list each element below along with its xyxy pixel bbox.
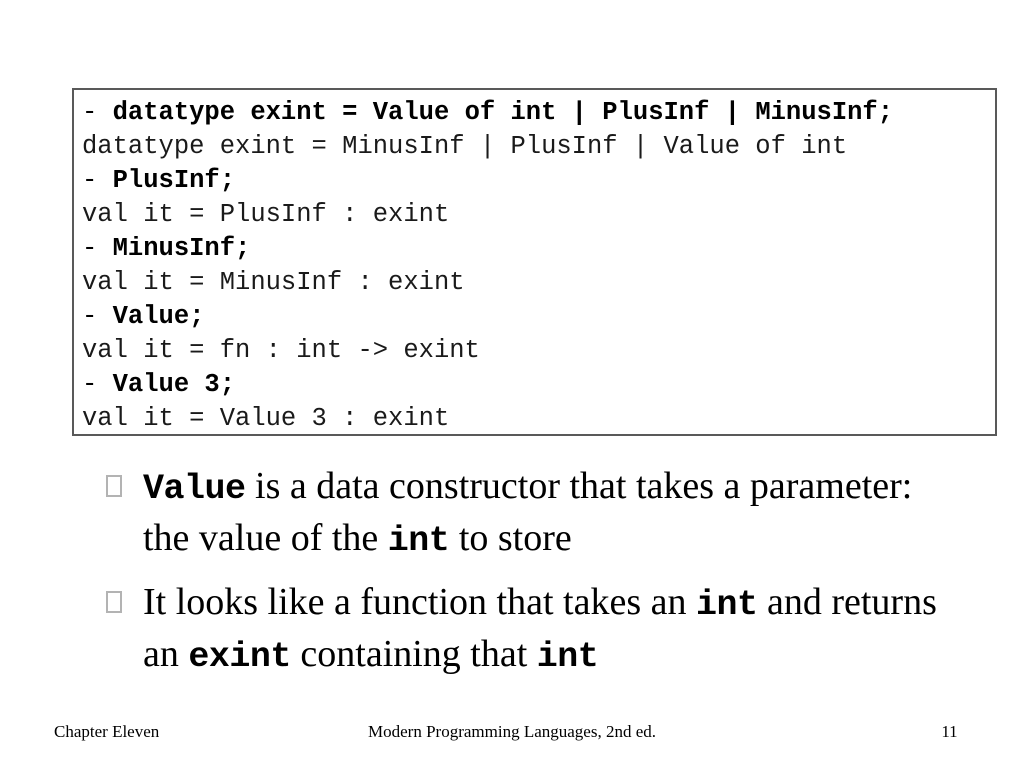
prose-run: to store (449, 517, 572, 559)
repl-prompt-marker: - (82, 98, 113, 127)
slide-canvas: - datatype exint = Value of int | PlusIn… (0, 0, 1024, 768)
code-output-line: val it = MinusInf : exint (82, 266, 995, 300)
code-line-text: PlusInf; (112, 166, 236, 195)
code-term: int (536, 637, 599, 677)
code-lines-container: - datatype exint = Value of int | PlusIn… (82, 96, 995, 434)
bullet-text: Value is a data constructor that takes a… (143, 462, 964, 566)
bullet-text: It looks like a function that takes an i… (143, 578, 964, 682)
code-line-text: Value; (112, 302, 205, 331)
code-input-line: - PlusInf; (82, 164, 995, 198)
repl-prompt-marker: - (82, 302, 113, 331)
code-output-line: val it = fn : int -> exint (82, 334, 995, 368)
repl-prompt-marker: - (82, 370, 113, 399)
slide-footer: Chapter Eleven Modern Programming Langua… (0, 722, 1024, 750)
code-line-text: val it = Value 3 : exint (82, 404, 450, 433)
code-line-text: val it = PlusInf : exint (82, 200, 450, 229)
code-line-text: datatype exint = MinusInf | PlusInf | Va… (82, 132, 848, 161)
code-line-text: MinusInf; (112, 234, 251, 263)
code-input-line: - datatype exint = Value of int | PlusIn… (82, 96, 995, 130)
list-item: Value is a data constructor that takes a… (104, 462, 964, 566)
code-term: Value (143, 469, 246, 509)
bullet-list: Value is a data constructor that takes a… (104, 462, 964, 694)
code-line-text: Value 3; (112, 370, 236, 399)
prose-run: It looks like a function that takes an (143, 581, 696, 623)
code-term: exint (188, 637, 291, 677)
code-output-line: val it = PlusInf : exint (82, 198, 995, 232)
bullet-square-icon (106, 475, 122, 497)
code-line-text: val it = fn : int -> exint (82, 336, 480, 365)
code-output-line: datatype exint = MinusInf | PlusInf | Va… (82, 130, 995, 164)
repl-prompt-marker: - (82, 234, 113, 263)
code-term: int (387, 521, 450, 561)
code-input-line: - Value 3; (82, 368, 995, 402)
list-item: It looks like a function that takes an i… (104, 578, 964, 682)
bullet-square-icon (106, 591, 122, 613)
code-input-line: - MinusInf; (82, 232, 995, 266)
prose-run: containing that (290, 633, 537, 675)
code-transcript-box: - datatype exint = Value of int | PlusIn… (72, 88, 997, 436)
code-line-text: datatype exint = Value of int | PlusInf … (112, 98, 894, 127)
code-output-line: val it = Value 3 : exint (82, 402, 995, 434)
repl-prompt-marker: - (82, 166, 113, 195)
code-line-text: val it = MinusInf : exint (82, 268, 465, 297)
code-term: int (695, 585, 758, 625)
code-input-line: - Value; (82, 300, 995, 334)
footer-page-number: 11 (941, 722, 958, 741)
